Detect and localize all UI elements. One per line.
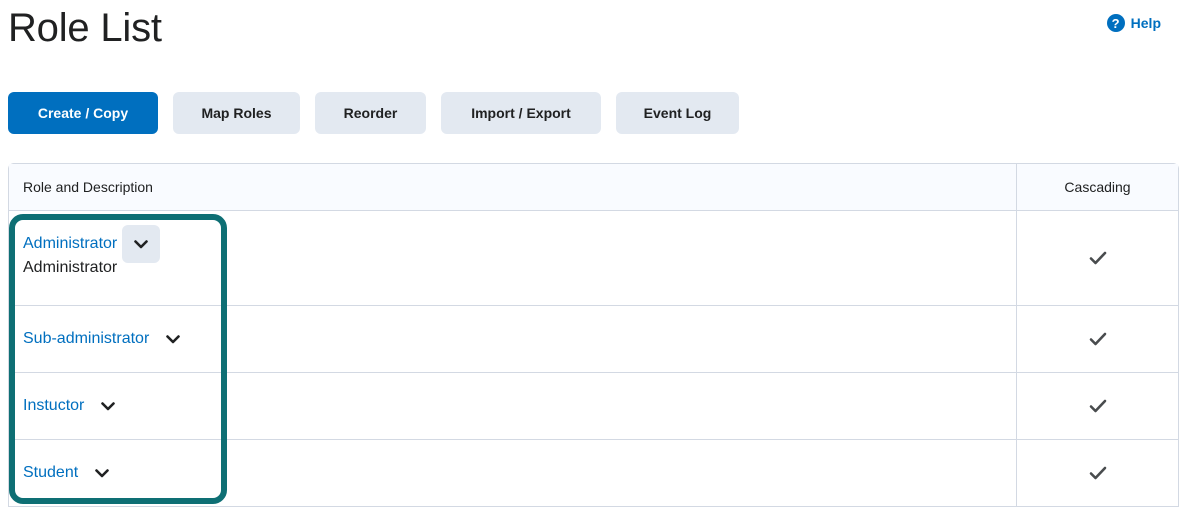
table-row: Student [9, 440, 1178, 507]
role-link-administrator[interactable]: Administrator [23, 235, 117, 253]
map-roles-button[interactable]: Map Roles [173, 92, 300, 134]
role-link-student[interactable]: Student [23, 464, 78, 482]
help-label: Help [1130, 15, 1161, 31]
column-header-cascading: Cascading [1064, 179, 1131, 195]
checkmark-icon [1089, 251, 1106, 265]
cascading-cell [1017, 306, 1178, 372]
column-header-role: Role and Description [9, 164, 1017, 210]
page-title: Role List [8, 6, 162, 50]
chevron-down-icon[interactable] [154, 320, 192, 358]
role-link-instuctor[interactable]: Instuctor [23, 397, 84, 415]
event-log-button[interactable]: Event Log [616, 92, 739, 134]
checkmark-icon [1089, 466, 1106, 480]
chevron-down-icon[interactable] [122, 225, 161, 263]
reorder-button[interactable]: Reorder [315, 92, 426, 134]
table-row: Instuctor [9, 373, 1178, 440]
cascading-cell [1017, 211, 1178, 305]
checkmark-icon [1089, 332, 1106, 346]
help-icon: ? [1106, 14, 1125, 32]
help-link[interactable]: ? Help [1106, 14, 1161, 32]
table-row: Sub-administrator [9, 306, 1178, 373]
toolbar: Create / Copy Map Roles Reorder Import /… [8, 92, 739, 134]
checkmark-icon [1089, 399, 1106, 413]
create-copy-button[interactable]: Create / Copy [8, 92, 158, 134]
import-export-button[interactable]: Import / Export [441, 92, 601, 134]
table-header-row: Role and Description Cascading [9, 164, 1178, 211]
role-link-sub-administrator[interactable]: Sub-administrator [23, 330, 149, 348]
role-description: Administrator [23, 259, 118, 276]
table-row: Administrator Administrator [9, 211, 1178, 306]
chevron-down-icon[interactable] [83, 454, 121, 492]
cascading-cell [1017, 373, 1178, 439]
role-table: Role and Description Cascading Administr… [8, 163, 1179, 507]
cascading-cell [1017, 440, 1178, 506]
chevron-down-icon[interactable] [89, 387, 127, 425]
